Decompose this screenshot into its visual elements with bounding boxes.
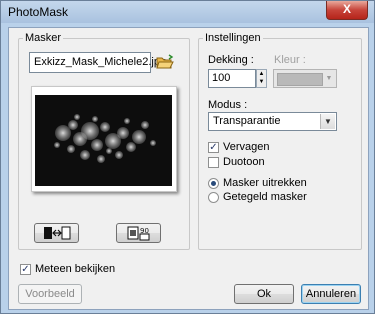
mode-label: Modus :	[208, 99, 248, 111]
invert-mask-icon	[42, 226, 72, 243]
window-title: PhotoMask	[8, 5, 69, 19]
mode-value: Transparantie	[213, 115, 281, 127]
rotate-90-icon: 90	[126, 226, 152, 244]
duotone-checkbox[interactable]	[208, 157, 219, 168]
close-button[interactable]: X	[326, 1, 368, 20]
invert-mask-button[interactable]	[34, 223, 79, 243]
color-swatch	[277, 73, 323, 86]
chevron-down-icon: ▼	[320, 114, 335, 129]
mode-select[interactable]: Transparantie ▼	[208, 112, 337, 131]
radio-extract-mask[interactable]	[208, 178, 219, 189]
cancel-button[interactable]: Annuleren	[301, 284, 361, 304]
title-bar[interactable]: PhotoMask X	[1, 1, 374, 23]
opacity-spinner[interactable]: ▲ ▼	[256, 69, 267, 88]
blur-label: Vervagen	[223, 141, 270, 153]
opacity-label: Dekking :	[208, 54, 254, 66]
color-picker[interactable]: ▼	[273, 69, 337, 88]
settings-group-label: Instellingen	[203, 32, 263, 44]
mask-filename-field[interactable]: Exkizz_Mask_Michele2.jpg	[29, 52, 166, 73]
live-preview-checkbox[interactable]: ✓	[20, 264, 31, 275]
ok-button-label: Ok	[256, 288, 272, 300]
ok-button[interactable]: Ok	[234, 284, 294, 304]
dialog-client: Masker Exkizz_Mask_Michele2.jpg 90 Inste…	[8, 27, 369, 310]
rotate-90-button[interactable]: 90	[116, 223, 161, 243]
mask-preview-image	[35, 95, 172, 186]
folder-open-icon[interactable]	[156, 54, 174, 70]
preview-button-label: Voorbeeld	[25, 288, 75, 300]
close-icon: X	[342, 2, 351, 16]
chevron-down-icon: ▼	[325, 75, 333, 82]
opacity-value: 100	[212, 72, 231, 84]
preview-button[interactable]: Voorbeeld	[18, 284, 82, 304]
live-preview-label: Meteen bekijken	[35, 263, 116, 275]
masker-group-label: Masker	[23, 32, 64, 44]
radio-tiled-label: Getegeld masker	[223, 191, 307, 203]
duotone-label: Duotoon	[223, 156, 265, 168]
color-label: Kleur :	[274, 54, 306, 66]
blur-checkbox[interactable]: ✓	[208, 142, 219, 153]
photomask-dialog: PhotoMask X Masker Exkizz_Mask_Michele2.…	[0, 0, 375, 314]
mask-filename-text: Exkizz_Mask_Michele2.jpg	[34, 56, 167, 68]
cancel-button-label: Annuleren	[305, 288, 357, 300]
radio-tiled-mask[interactable]	[208, 192, 219, 203]
spin-down-icon[interactable]: ▼	[257, 78, 266, 86]
mask-preview-frame	[31, 86, 177, 192]
spin-up-icon[interactable]: ▲	[257, 70, 266, 78]
radio-extract-label: Masker uitrekken	[223, 177, 307, 189]
opacity-input[interactable]: 100	[208, 69, 256, 88]
